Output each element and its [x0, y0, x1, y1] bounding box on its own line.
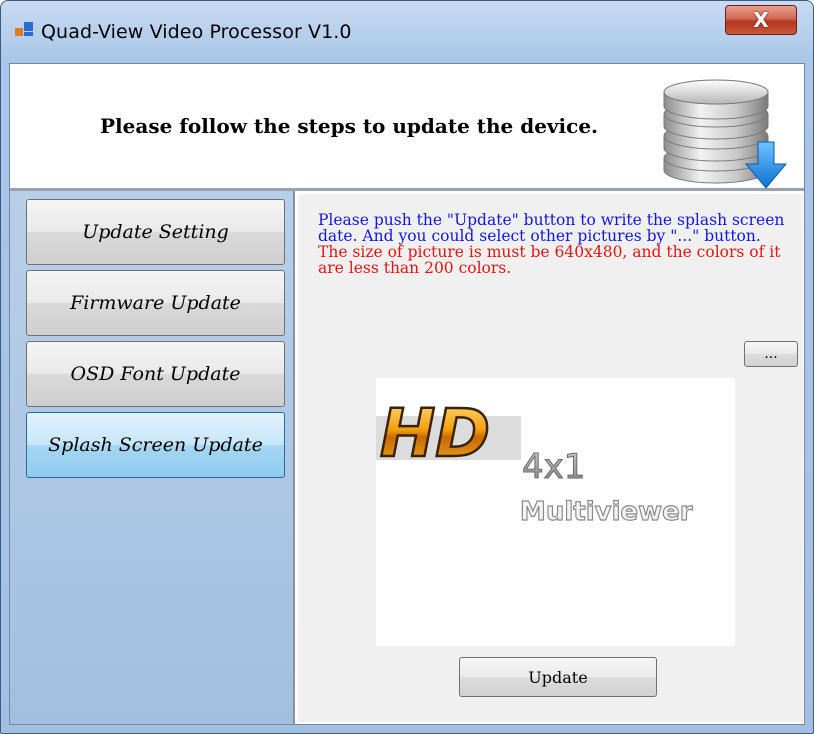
- multiviewer-logo: HD 4x1 Multiviewer: [376, 394, 693, 528]
- nav-osd-font-update-button[interactable]: OSD Font Update: [26, 341, 285, 407]
- nav-update-setting-button[interactable]: Update Setting: [26, 199, 285, 265]
- close-button[interactable]: X: [725, 5, 797, 35]
- nav-osd-font-update-label: OSD Font Update: [70, 363, 241, 385]
- nav-firmware-update-label: Firmware Update: [70, 292, 241, 314]
- update-button[interactable]: Update: [459, 657, 657, 697]
- logo-hd-text: HD: [380, 395, 490, 472]
- nav-splash-screen-update-button[interactable]: Splash Screen Update: [26, 412, 285, 478]
- title-bar[interactable]: Quad-View Video Processor V1.0 X: [1, 1, 813, 63]
- nav-update-setting-label: Update Setting: [82, 221, 229, 243]
- browse-picture-label: ...: [764, 346, 778, 362]
- browse-picture-button[interactable]: ...: [744, 341, 798, 367]
- nav-firmware-update-button[interactable]: Firmware Update: [26, 270, 285, 336]
- splash-preview-image: HD 4x1 Multiviewer: [376, 378, 735, 646]
- sidebar: Update Setting Firmware Update OSD Font …: [10, 191, 295, 724]
- logo-4x1-text: 4x1: [522, 447, 585, 487]
- client-area: Please follow the steps to update the de…: [9, 63, 805, 725]
- instructions-text: Please push the "Update" button to write…: [318, 212, 798, 276]
- app-window: Quad-View Video Processor V1.0 X Please …: [0, 0, 814, 734]
- instructions-blue: Please push the "Update" button to write…: [318, 211, 785, 245]
- close-icon: X: [753, 8, 769, 32]
- nav-splash-screen-update-label: Splash Screen Update: [48, 434, 263, 456]
- instruction-heading: Please follow the steps to update the de…: [100, 114, 599, 138]
- database-download-icon: [663, 79, 788, 189]
- instructions-red: The size of picture is must be 640x480, …: [318, 243, 781, 277]
- splash-update-panel: Please push the "Update" button to write…: [297, 194, 803, 722]
- logo-multiviewer-text: Multiviewer: [520, 497, 693, 527]
- header-panel: Please follow the steps to update the de…: [10, 64, 804, 191]
- update-button-label: Update: [528, 667, 588, 687]
- app-icon: [15, 22, 33, 36]
- window-title: Quad-View Video Processor V1.0: [41, 21, 352, 43]
